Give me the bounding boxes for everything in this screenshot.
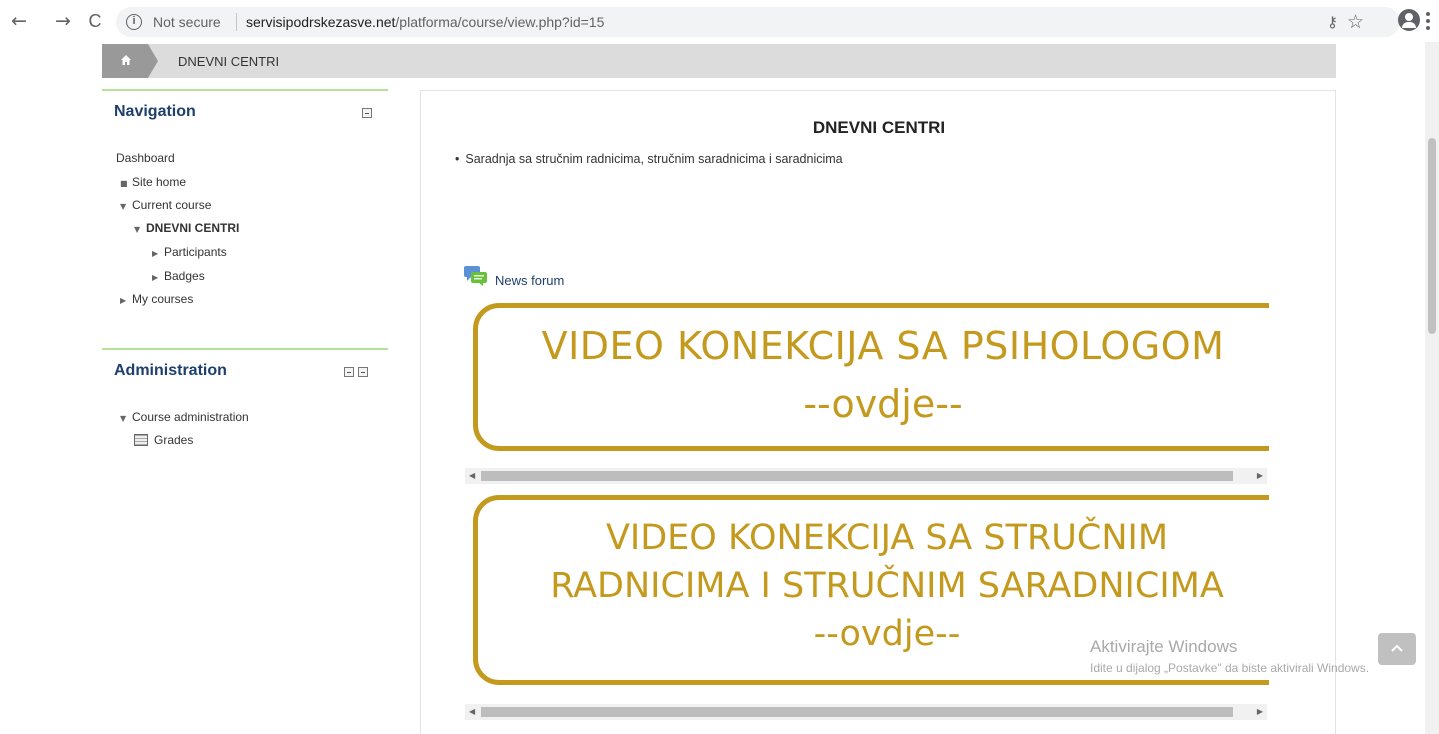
navigation-title: Navigation xyxy=(114,103,196,120)
url-path: /platforma/course/view.php?id=15 xyxy=(395,14,605,30)
forum-icon xyxy=(464,266,487,286)
nav-item-participants[interactable]: ▶ Participants xyxy=(152,243,227,261)
collapsed-icon: ▶ xyxy=(152,249,159,258)
nav-item-label: DNEVNI CENTRI xyxy=(146,221,240,235)
navigation-block: Navigation Dashboard ■ Site home ▼ Current… xyxy=(102,89,388,317)
nav-item-dnevni-centri[interactable]: ▼ DNEVNI CENTRI xyxy=(134,219,239,237)
admin-item-grades[interactable]: Grades xyxy=(134,431,193,449)
watermark-subtitle: Idite u dijalog „Postavke" da biste akti… xyxy=(1090,661,1370,675)
news-forum-link[interactable]: News forum xyxy=(495,273,564,288)
page-scrollbar-thumb[interactable] xyxy=(1428,138,1436,334)
expanded-icon: ▼ xyxy=(120,202,127,211)
scroll-right-icon[interactable]: ▶ xyxy=(1257,707,1263,716)
administration-block: Administration ▼ Course administration Gr… xyxy=(102,348,388,458)
divider xyxy=(236,13,237,31)
administration-title: Administration xyxy=(114,362,227,379)
breadcrumb: DNEVNI CENTRI xyxy=(102,44,1336,78)
address-bar[interactable]: i Not secure servisipodrskezasve.net/pla… xyxy=(116,7,1400,37)
page-scrollbar[interactable] xyxy=(1425,42,1439,734)
security-label[interactable]: Not secure xyxy=(153,14,221,30)
nav-item-badges[interactable]: ▶ Badges xyxy=(152,267,205,285)
nav-item-current-course[interactable]: ▼ Current course xyxy=(120,196,211,214)
browser-toolbar: ← → C i Not secure servisipodrskezasve.n… xyxy=(0,0,1439,42)
collapsed-icon: ▶ xyxy=(120,296,127,305)
scrollbar-thumb[interactable] xyxy=(481,707,1233,717)
nav-item-label: My courses xyxy=(132,292,194,306)
scrollbar-thumb[interactable] xyxy=(481,471,1233,481)
expanded-icon: ▼ xyxy=(120,414,127,423)
profile-avatar-icon[interactable] xyxy=(1398,9,1420,31)
forward-arrow-icon[interactable]: → xyxy=(52,10,74,32)
banner-2-scrollbar[interactable]: ◀ ▶ xyxy=(465,704,1267,720)
banner-heading: VIDEO KONEKCIJA SA PSIHOLOGOM xyxy=(541,324,1225,368)
nav-item-label: Current course xyxy=(132,198,212,212)
nav-item-label: Participants xyxy=(164,245,227,259)
admin-item-course-administration[interactable]: ▼ Course administration xyxy=(120,408,249,426)
collapsed-icon: ▶ xyxy=(152,273,159,282)
nav-item-my-courses[interactable]: ▶ My courses xyxy=(120,290,193,308)
banner-subheading: --ovdje-- xyxy=(803,382,963,426)
admin-item-label: Course administration xyxy=(132,410,249,424)
back-arrow-icon[interactable]: ← xyxy=(8,10,30,32)
url-text[interactable]: servisipodrskezasve.net/platforma/course… xyxy=(246,14,604,30)
nav-item-label: Site home xyxy=(132,175,187,189)
nav-item-site-home[interactable]: ■ Site home xyxy=(120,173,186,191)
scroll-right-icon[interactable]: ▶ xyxy=(1257,471,1263,480)
admin-item-label: Grades xyxy=(154,433,194,447)
chevron-up-icon xyxy=(1391,644,1403,652)
bookmark-star-icon[interactable]: ☆ xyxy=(1347,11,1364,34)
grades-table-icon xyxy=(134,434,148,446)
back-to-top-button[interactable] xyxy=(1378,633,1416,665)
collapse-block-icon[interactable] xyxy=(344,367,354,377)
info-icon[interactable]: i xyxy=(126,14,142,30)
nav-item-dashboard[interactable]: Dashboard xyxy=(116,149,175,167)
breadcrumb-home[interactable] xyxy=(102,44,158,78)
banner-1-scrollbar[interactable]: ◀ ▶ xyxy=(465,468,1267,484)
password-key-icon[interactable]: ⚷ xyxy=(1327,13,1338,31)
nav-item-label: Badges xyxy=(164,269,205,283)
bullet-icon: ■ xyxy=(120,179,128,188)
dock-block-icon[interactable] xyxy=(358,367,368,377)
expanded-icon: ▼ xyxy=(134,225,141,234)
menu-kebab-icon[interactable] xyxy=(1426,12,1430,30)
psychologist-video-banner[interactable]: VIDEO KONEKCIJA SA PSIHOLOGOM --ovdje-- xyxy=(473,303,1269,451)
banner-heading-line-2: RADNICIMA I STRUČNIM SARADNICIMA xyxy=(550,566,1224,606)
url-host: servisipodrskezasve.net xyxy=(246,14,396,30)
scroll-left-icon[interactable]: ◀ xyxy=(469,707,475,716)
home-icon xyxy=(121,55,131,65)
banner-frame-1[interactable]: VIDEO KONEKCIJA SA PSIHOLOGOM --ovdje-- xyxy=(465,303,1269,453)
course-summary: Saradnja sa stručnim radnicima, stručnim… xyxy=(455,152,842,166)
banner-heading: VIDEO KONEKCIJA SA STRUČNIM xyxy=(605,518,1169,558)
watermark-title: Aktivirajte Windows xyxy=(1090,637,1238,656)
reload-icon[interactable]: C xyxy=(84,10,106,32)
course-title: DNEVNI CENTRI xyxy=(812,118,946,137)
scroll-left-icon[interactable]: ◀ xyxy=(469,471,475,480)
nav-item-label: Dashboard xyxy=(116,151,175,165)
collapse-block-icon[interactable] xyxy=(362,108,372,118)
breadcrumb-current[interactable]: DNEVNI CENTRI xyxy=(178,54,279,69)
windows-activation-watermark: Aktivirajte Windows Idite u dijalog „Pos… xyxy=(1090,637,1410,677)
